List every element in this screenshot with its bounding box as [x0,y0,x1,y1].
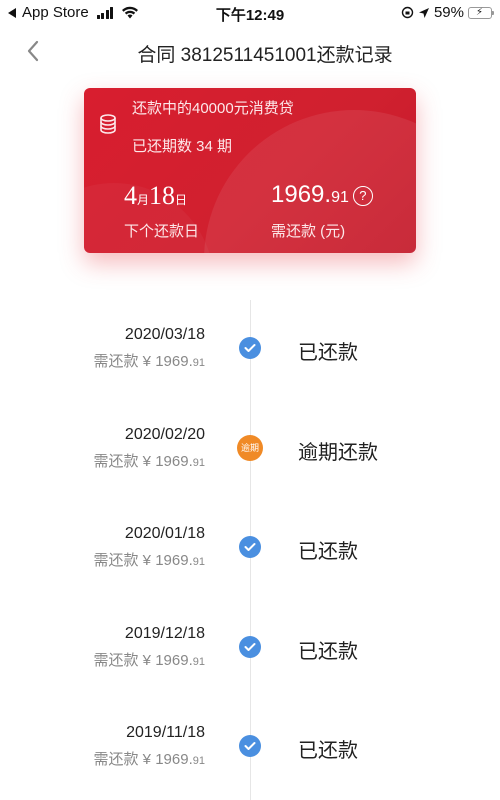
record-status: 逾期还款 [298,441,378,464]
amount-due: 1969. 91 ? [271,181,373,209]
help-icon[interactable]: ? [352,186,373,206]
check-circle-icon [239,337,261,359]
record-date: 2020/02/20 [124,425,205,443]
page-title: 合同 3812511451001还款记录 [137,45,393,66]
repayment-record[interactable]: 2019/11/18 需还款 ¥ 1969.91 已还款 [0,698,500,768]
coin-stack-icon [100,114,116,134]
paid-periods: 已还期数 34 期 [132,138,233,155]
repayment-record[interactable]: 2020/01/18 需还款 ¥ 1969.91 已还款 [0,499,500,569]
repayment-timeline: 2020/03/18 需还款 ¥ 1969.91 已还款 2020/02/20 … [0,300,500,800]
check-circle-icon [239,735,261,757]
battery-icon: ⚡ [468,6,494,19]
record-date: 2019/11/18 [126,724,205,741]
record-amount: 需还款 ¥ 1969.91 [93,552,205,569]
record-date: 2020/01/18 [124,525,205,542]
record-date: 2020/03/18 [124,326,205,343]
record-status: 已还款 [298,640,358,663]
loan-summary-card: 还款中的40000元消费贷 已还期数 34 期 4月18日 下个还款日 1969… [84,88,416,253]
check-circle-icon [239,536,261,558]
loan-description: 还款中的40000元消费贷 [132,100,294,117]
record-date: 2019/12/18 [124,624,205,642]
repayment-record[interactable]: 2020/03/18 需还款 ¥ 1969.91 已还款 [0,300,500,370]
amount-due-label: 需还款 (元) [271,223,346,240]
repayment-record[interactable]: 2020/02/20 需还款 ¥ 1969.91 逾期 逾期还款 [0,400,500,470]
repayment-record[interactable]: 2019/12/18 需还款 ¥ 1969.91 已还款 [0,599,500,669]
next-due-date-label: 下个还款日 [124,223,200,240]
nav-bar: 合同 3812511451001还款记录 [0,30,500,74]
record-amount: 需还款 ¥ 1969.91 [93,353,205,370]
orientation-lock-icon [401,6,414,19]
record-amount: 需还款 ¥ 1969.91 [93,452,205,470]
record-status: 已还款 [298,342,358,364]
location-arrow-icon [418,7,429,18]
next-due-date: 4月18日 [124,181,188,210]
status-right: 59% ⚡ [401,4,494,21]
record-amount: 需还款 ¥ 1969.91 [93,751,205,768]
check-circle-icon [239,635,261,658]
record-amount: 需还款 ¥ 1969.91 [93,651,205,669]
status-bar: App Store 下午12:49 59% ⚡ [0,0,500,28]
record-status: 已还款 [298,541,358,563]
record-status: 已还款 [298,740,358,762]
overdue-badge-icon: 逾期 [237,434,263,461]
battery-percent: 59% [433,4,464,21]
